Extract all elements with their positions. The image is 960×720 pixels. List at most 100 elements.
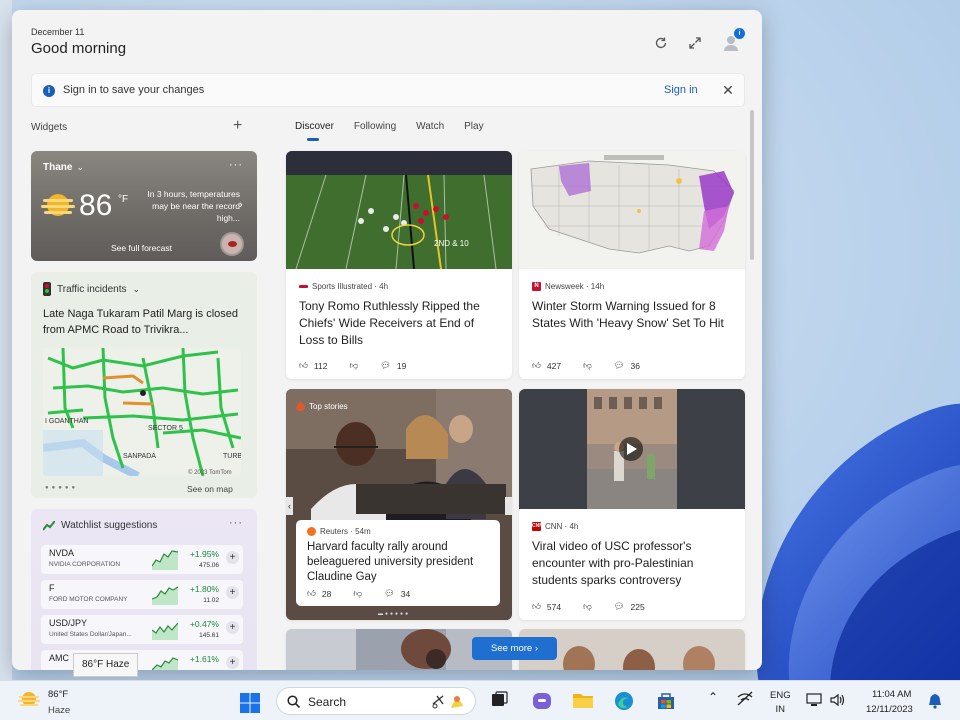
stock-row[interactable]: F FORD MOTOR COMPANY +1.80% 11.02 + (41, 580, 243, 609)
like-count: 28 (321, 588, 332, 599)
file-explorer-icon[interactable] (572, 691, 594, 711)
network-disconnected-icon[interactable] (736, 691, 754, 710)
dislike-icon[interactable]: 👎︎ (349, 360, 358, 371)
watchlist-widget[interactable]: Watchlist suggestions ··· NVDA NVIDIA CO… (31, 509, 257, 670)
radar-map-thumbnail[interactable] (220, 232, 244, 256)
add-widget-button[interactable]: + (233, 117, 242, 135)
taskbar-search-box[interactable]: Search (276, 687, 476, 715)
chevron-right-icon[interactable]: › (239, 199, 243, 211)
stock-row[interactable]: NVDA NVIDIA CORPORATION +1.95% 475.06 + (41, 545, 243, 574)
comment-icon[interactable]: 💬︎ (384, 588, 395, 599)
microsoft-store-icon[interactable] (656, 691, 678, 711)
weather-widget[interactable]: Thane ⌄ ··· 86 °F In 3 hours, temperature… (31, 151, 257, 261)
story-overlay[interactable]: Reuters · 54m Harvard faculty rally arou… (296, 520, 500, 606)
display-icon[interactable] (806, 692, 822, 711)
more-options-icon[interactable]: ··· (229, 159, 243, 171)
us-weather-map-image (519, 151, 745, 269)
news-card[interactable]: N Newsweek · 14h Winter Storm Warning Is… (519, 151, 745, 379)
traffic-incident-text[interactable]: Late Naga Tukaram Patil Marg is closed f… (43, 306, 248, 338)
traffic-widget[interactable]: Traffic incidents ⌄ Late Naga Tukaram Pa… (31, 272, 257, 498)
card-source[interactable]: Reuters · 54m (307, 527, 371, 536)
card-reactions: 👍︎ 427 👎︎ 💬︎ 36 (532, 360, 640, 371)
profile-button[interactable]: i (722, 28, 745, 52)
stock-change: +1.61% (189, 654, 219, 664)
add-to-watchlist-button[interactable]: + (226, 586, 239, 599)
weather-city[interactable]: Thane ⌄ (43, 162, 84, 173)
stock-name: NVIDIA CORPORATION (49, 561, 121, 568)
comment-icon[interactable]: 💬︎ (380, 360, 391, 371)
card-headline[interactable]: Winter Storm Warning Issued for 8 States… (532, 298, 732, 332)
task-view-icon[interactable] (490, 691, 512, 711)
card-headline[interactable]: Viral video of USC professor's encounter… (532, 538, 732, 589)
news-card[interactable]: 2ND & 10 Sports Illustrated · 4h Tony Ro… (286, 151, 512, 379)
more-options-icon[interactable]: ··· (229, 517, 243, 529)
dislike-icon[interactable]: 👎︎ (583, 360, 592, 371)
expand-icon[interactable] (688, 36, 702, 50)
stock-row[interactable]: USD/JPY United States Dollar/Japan... +0… (41, 615, 243, 644)
carousel-prev-icon[interactable]: ‹ (288, 501, 291, 511)
windows-start-icon[interactable] (240, 693, 260, 713)
like-icon[interactable]: 👍︎ (532, 601, 541, 612)
news-card[interactable]: CNN CNN · 4h Viral video of USC professo… (519, 389, 745, 620)
language-indicator[interactable]: ENG IN (770, 690, 791, 715)
tab-following[interactable]: Following (354, 121, 396, 132)
teams-chat-icon[interactable] (532, 691, 554, 711)
card-reactions: 👍︎ 28 👎︎ 💬︎ 34 (307, 588, 410, 599)
full-forecast-link[interactable]: See full forecast (111, 243, 172, 253)
like-icon[interactable]: 👍︎ (307, 588, 316, 599)
stock-row[interactable]: AMC +1.61% + (41, 650, 243, 670)
clock-date[interactable]: 12/11/2023 (866, 704, 913, 715)
add-to-watchlist-button[interactable]: + (226, 621, 239, 634)
comment-count: 225 (630, 601, 645, 612)
stock-price: 475.06 (199, 562, 219, 569)
chevron-up-icon[interactable]: ⌃ (708, 690, 718, 704)
traffic-header[interactable]: Traffic incidents ⌄ (43, 282, 140, 296)
carousel-dots[interactable]: ●●●●● (45, 485, 78, 491)
stock-symbol: USD/JPY (49, 618, 88, 628)
add-to-watchlist-button[interactable]: + (226, 656, 239, 669)
panel-scrollbar[interactable] (750, 110, 754, 260)
card-headline[interactable]: Tony Romo Ruthlessly Ripped the Chiefs' … (299, 298, 499, 349)
newsweek-logo: N (532, 282, 541, 291)
traffic-map[interactable]: I GOANTHAN SECTOR 5 SANPADA TURB © 2023 … (43, 348, 241, 476)
close-icon[interactable]: ✕ (720, 82, 736, 98)
weather-unit: °F (118, 194, 129, 205)
carousel-dots[interactable]: ▬●●●●● (378, 611, 410, 617)
add-to-watchlist-button[interactable]: + (226, 551, 239, 564)
traffic-light-icon (43, 282, 51, 296)
dislike-icon[interactable]: 👎︎ (353, 588, 362, 599)
carousel-next-icon[interactable]: › (501, 501, 504, 511)
volume-icon[interactable] (830, 692, 846, 711)
notification-bell-icon[interactable] (928, 693, 942, 712)
signin-link[interactable]: Sign in (664, 84, 698, 96)
weather-temperature: 86 (79, 189, 113, 222)
comment-icon[interactable]: 💬︎ (614, 601, 625, 612)
stock-symbol: F (49, 583, 55, 593)
edge-browser-icon[interactable] (614, 691, 636, 711)
svg-text:SANPADA: SANPADA (123, 453, 156, 460)
clock-time[interactable]: 11:04 AM (872, 689, 911, 700)
header-greeting: Good morning (31, 40, 127, 57)
card-headline[interactable]: Harvard faculty rally around beleaguered… (307, 540, 495, 585)
sun-haze-icon (41, 194, 75, 216)
svg-text:© 2023 TomTom: © 2023 TomTom (188, 469, 232, 476)
comment-count: 19 (396, 360, 407, 371)
dislike-icon[interactable]: 👎︎ (583, 601, 592, 612)
like-icon[interactable]: 👍︎ (532, 360, 541, 371)
card-source[interactable]: CNN CNN · 4h (532, 522, 578, 531)
cnn-logo: CNN (532, 522, 543, 531)
tab-play[interactable]: Play (464, 121, 483, 132)
search-icon (287, 695, 300, 708)
top-stories-card[interactable]: Top stories ‹ › Reuters · 54m Harvard fa… (286, 389, 512, 620)
tab-discover[interactable]: Discover (295, 121, 334, 141)
card-source[interactable]: N Newsweek · 14h (532, 282, 604, 291)
refresh-icon[interactable] (654, 36, 668, 50)
like-icon[interactable]: 👍︎ (299, 360, 308, 371)
stock-change: +1.95% (189, 549, 219, 559)
see-more-button[interactable]: See more › (472, 637, 557, 660)
card-source[interactable]: Sports Illustrated · 4h (299, 282, 388, 291)
see-on-map-link[interactable]: See on map (187, 484, 233, 494)
tab-watch[interactable]: Watch (416, 121, 444, 132)
comment-icon[interactable]: 💬︎ (614, 360, 625, 371)
signin-bar: i Sign in to save your changes Sign in ✕ (31, 73, 745, 107)
